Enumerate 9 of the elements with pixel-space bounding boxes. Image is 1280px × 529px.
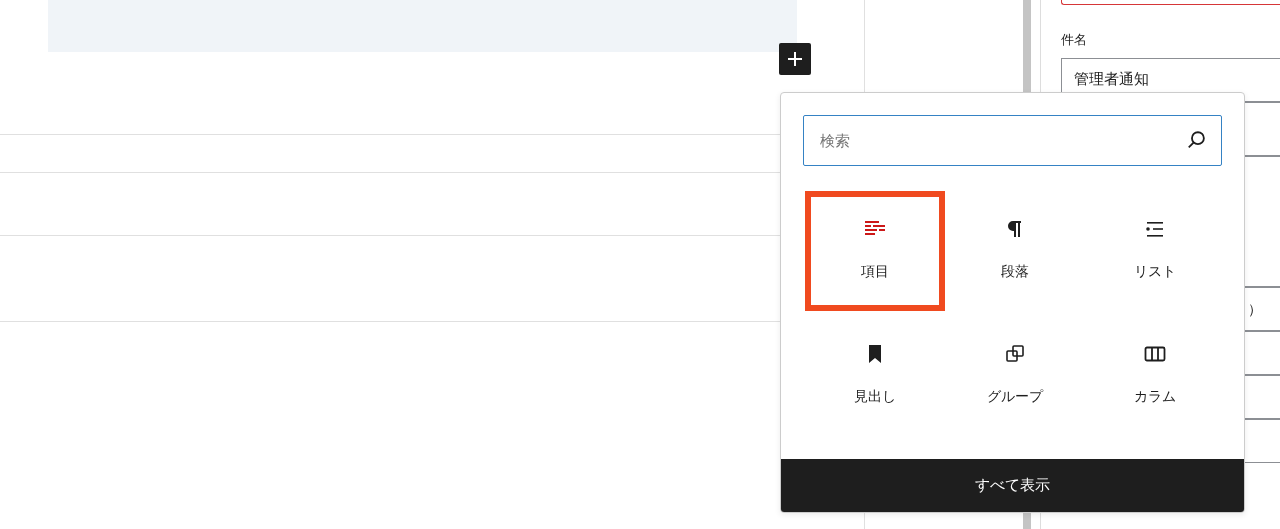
block-item[interactable]: 項目 <box>805 191 945 311</box>
field-label: 件名 <box>1061 31 1088 49</box>
search-icon <box>1186 129 1208 151</box>
plus-icon <box>787 51 803 67</box>
add-block-button[interactable] <box>779 43 811 75</box>
input-field[interactable] <box>1061 0 1280 5</box>
browse-all-button[interactable]: すべて表示 <box>781 459 1244 512</box>
search-field[interactable]: 検索 <box>803 115 1222 166</box>
field-text: ） <box>1248 301 1262 317</box>
